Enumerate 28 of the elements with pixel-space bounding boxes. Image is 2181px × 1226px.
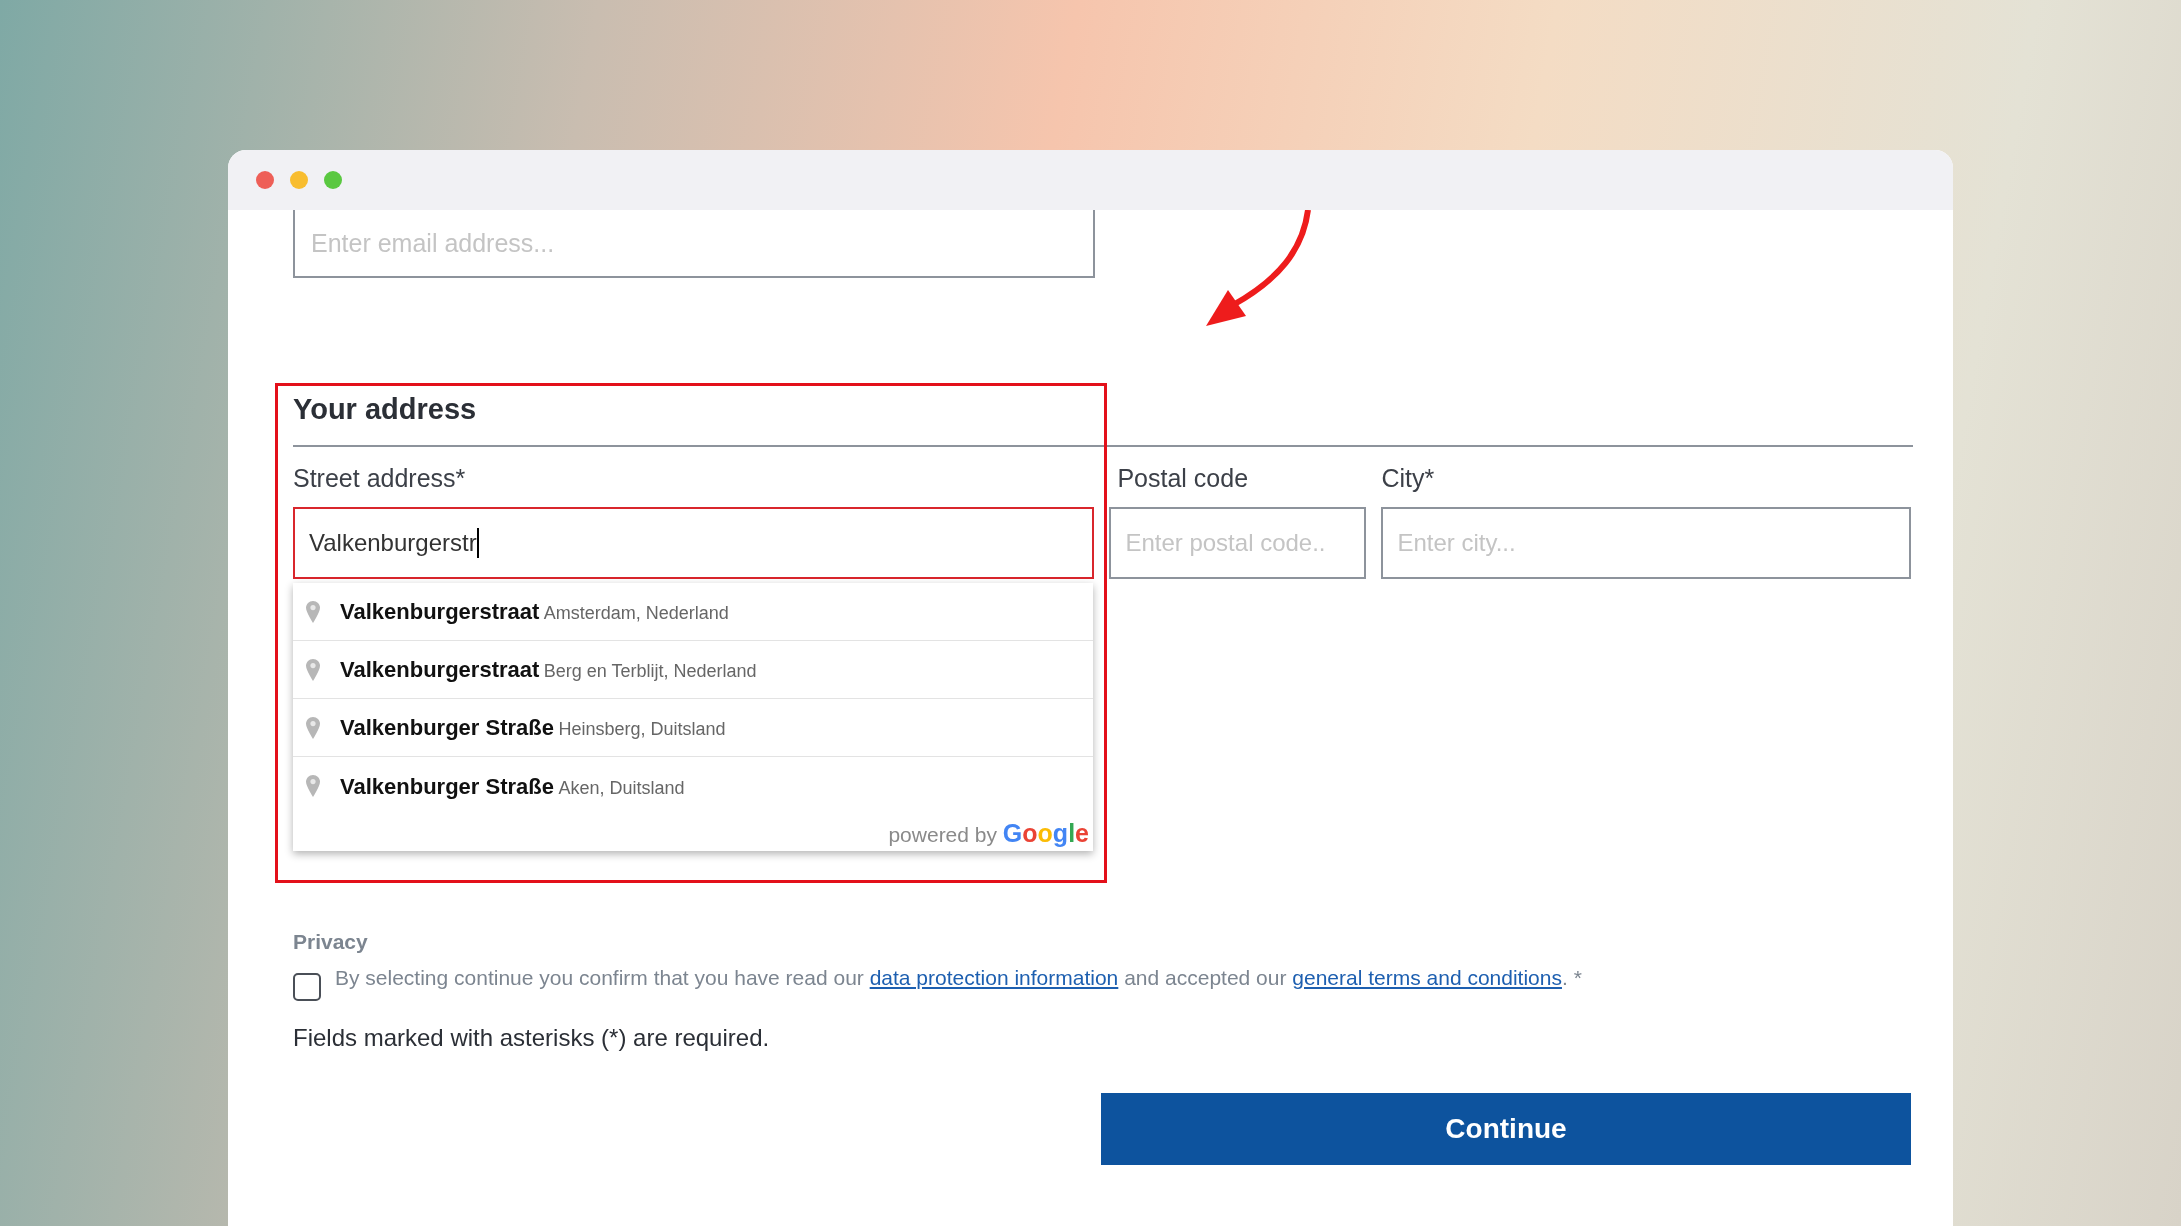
field-label: Street address* [293,463,467,493]
postal-code-field[interactable]: Enter postal code.. [1109,507,1367,579]
city-field[interactable]: Enter city... [1381,507,1911,579]
suggestion-text: Valkenburgerstraat Berg en Terblijt, Nederland [340,656,757,684]
street-address-field[interactable]: Valkenburgerstr [293,507,1095,579]
continue-button[interactable]: Continue [1101,1093,1911,1165]
field-label: Postal code [1116,463,1249,493]
suggestion-text: Valkenburger Straße Aken, Duitsland [340,772,685,801]
suggestion-text: Valkenburger Straße Heinsberg, Duitsland [340,714,726,742]
suggestion-item[interactable]: Valkenburgerstraat Amsterdam, Nederland [293,583,1093,641]
suggestion-item[interactable]: Valkenburgerstraat Berg en Terblijt, Nederland [293,641,1093,699]
suggestion-item[interactable]: Valkenburger Straße Heinsberg, Duitsland [293,699,1093,757]
map-pin-icon [305,715,321,740]
field-label: City* [1381,463,1436,493]
privacy-heading: Privacy [293,929,369,955]
map-pin-icon [305,657,321,682]
required-fields-note: Fields marked with asterisks (*) are required. [293,1023,771,1053]
privacy-consent-text: By selecting continue you confirm that you have read our data protection information and accepted our general terms and conditions. * [335,965,1582,991]
google-attribution: powered by Google [888,818,1089,849]
terms-link[interactable]: general terms and conditions [1292,966,1562,989]
map-pin-icon [305,774,321,798]
section-title: Your address [293,392,477,427]
data-protection-link[interactable]: data protection information [869,966,1119,989]
suggestion-text: Valkenburgerstraat Amsterdam, Nederland [340,598,729,626]
map-pin-icon [305,599,321,624]
suggestion-item[interactable]: Valkenburger Straße Aken, Duitsland [293,757,1093,815]
email-field[interactable]: Enter email address... [293,210,1095,278]
privacy-checkbox[interactable] [293,973,321,1001]
